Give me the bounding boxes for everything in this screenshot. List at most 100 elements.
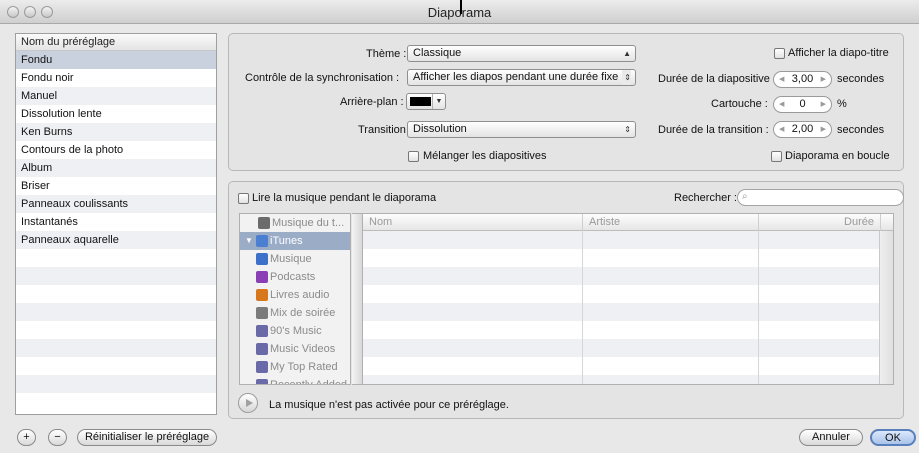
- increment-icon[interactable]: ▶: [821, 97, 826, 112]
- search-label: Rechercher :: [674, 192, 737, 204]
- play-icon: [246, 399, 253, 407]
- sync-value: Afficher les diapos pendant une durée fi…: [413, 71, 619, 83]
- reset-preset-button[interactable]: Réinitialiser le préréglage: [77, 429, 217, 446]
- cartouche-stepper[interactable]: ◀ 0 ▶: [773, 96, 832, 113]
- preset-empty-row: [16, 339, 216, 357]
- cartouche-label: Cartouche :: [711, 98, 768, 110]
- preset-item[interactable]: Instantanés: [16, 213, 216, 231]
- disclosure-triangle-icon[interactable]: ▼: [245, 232, 253, 250]
- source-list-splitter[interactable]: [352, 213, 362, 385]
- source-item[interactable]: 90's Music: [240, 322, 350, 340]
- preset-empty-row: [16, 285, 216, 303]
- source-item[interactable]: Musique: [240, 250, 350, 268]
- track-cell: [583, 339, 759, 357]
- track-table-header: Nom Artiste Durée: [363, 214, 893, 231]
- theme-popup[interactable]: Classique ▲: [407, 45, 636, 62]
- column-header-duration[interactable]: Durée: [759, 214, 881, 231]
- show-title-checkbox[interactable]: [774, 48, 785, 59]
- column-header-name[interactable]: Nom: [363, 214, 583, 231]
- track-empty-row: [363, 321, 893, 339]
- ok-button[interactable]: OK: [870, 429, 916, 446]
- music-status-text: La musique n'est pas activée pour ce pré…: [269, 399, 509, 411]
- play-music-checkbox[interactable]: [238, 193, 249, 204]
- transition-popup[interactable]: Dissolution ⇕: [407, 121, 636, 138]
- preset-item[interactable]: Contours de la photo: [16, 141, 216, 159]
- loop-checkbox[interactable]: [771, 151, 782, 162]
- track-cell: [759, 375, 881, 384]
- popup-arrows-icon: ⇕: [624, 125, 631, 134]
- increment-icon[interactable]: ▶: [821, 72, 826, 87]
- decrement-icon[interactable]: ◀: [779, 97, 784, 112]
- track-cell: [363, 285, 583, 303]
- track-scrollbar[interactable]: [879, 231, 893, 384]
- track-empty-row: [363, 249, 893, 267]
- track-table[interactable]: Nom Artiste Durée: [362, 213, 894, 385]
- source-item[interactable]: ▼ iTunes: [240, 232, 350, 250]
- transition-duration-stepper[interactable]: ◀ 2,00 ▶: [773, 121, 832, 138]
- preset-list-header[interactable]: Nom du préréglage: [16, 34, 216, 51]
- add-preset-button[interactable]: +: [17, 429, 36, 446]
- smart-playlist-icon: [256, 361, 268, 373]
- source-item[interactable]: My Top Rated: [240, 358, 350, 376]
- preset-item[interactable]: Album: [16, 159, 216, 177]
- shuffle-checkbox[interactable]: [408, 151, 419, 162]
- background-color-well[interactable]: ▼: [406, 93, 446, 110]
- play-preview-button[interactable]: [238, 393, 258, 413]
- source-item[interactable]: Musique du t...: [240, 214, 350, 232]
- column-header-artist[interactable]: Artiste: [583, 214, 759, 231]
- theme-value: Classique: [413, 47, 462, 59]
- source-item-label: iTunes: [270, 235, 303, 247]
- track-cell: [363, 267, 583, 285]
- transition-duration-value: 2,00: [791, 123, 814, 135]
- preset-item[interactable]: Ken Burns: [16, 123, 216, 141]
- source-item[interactable]: Music Videos: [240, 340, 350, 358]
- track-cell: [759, 339, 881, 357]
- preset-item[interactable]: Panneaux coulissants: [16, 195, 216, 213]
- sync-label: Contrôle de la synchronisation :: [245, 72, 400, 84]
- track-cell: [363, 231, 583, 249]
- loop-label: Diaporama en boucle: [785, 150, 890, 162]
- search-field[interactable]: ⌕: [737, 189, 904, 206]
- search-input[interactable]: [754, 191, 899, 204]
- preset-empty-row: [16, 357, 216, 375]
- decrement-icon[interactable]: ◀: [779, 72, 784, 87]
- preset-empty-row: [16, 375, 216, 393]
- source-item[interactable]: Livres audio: [240, 286, 350, 304]
- background-label: Arrière-plan :: [340, 96, 404, 108]
- source-item-label: Musique du t...: [272, 217, 345, 229]
- preset-item[interactable]: Panneaux aquarelle: [16, 231, 216, 249]
- track-cell: [759, 303, 881, 321]
- sync-popup[interactable]: Afficher les diapos pendant une durée fi…: [407, 69, 636, 86]
- track-cell: [759, 231, 881, 249]
- preset-item[interactable]: Fondu noir: [16, 69, 216, 87]
- source-item[interactable]: Recently Added: [240, 376, 350, 384]
- theme-label: Thème :: [366, 48, 407, 60]
- preset-list[interactable]: Nom du préréglage Fondu Fondu noir Manuel D…: [15, 33, 217, 415]
- preset-item[interactable]: Briser: [16, 177, 216, 195]
- remove-preset-button[interactable]: −: [48, 429, 67, 446]
- play-music-label: Lire la musique pendant le diaporama: [252, 192, 437, 204]
- text-cursor-icon: [460, 0, 462, 14]
- cancel-button[interactable]: Annuler: [799, 429, 863, 446]
- smart-playlist-icon: [256, 343, 268, 355]
- track-cell: [363, 303, 583, 321]
- track-cell: [583, 375, 759, 384]
- increment-icon[interactable]: ▶: [821, 122, 826, 137]
- slide-duration-stepper[interactable]: ◀ 3,00 ▶: [773, 71, 832, 88]
- music-note-icon: [256, 253, 268, 265]
- track-empty-row: [363, 303, 893, 321]
- music-source-list[interactable]: Musique du t... ▼ iTunes Musique Podcasts Liv…: [239, 213, 351, 385]
- track-cell: [363, 249, 583, 267]
- podcast-icon: [256, 271, 268, 283]
- preset-empty-row: [16, 321, 216, 339]
- decrement-icon[interactable]: ◀: [779, 122, 784, 137]
- source-item[interactable]: Podcasts: [240, 268, 350, 286]
- preset-item[interactable]: Manuel: [16, 87, 216, 105]
- source-item[interactable]: Mix de soirée: [240, 304, 350, 322]
- show-title-label: Afficher la diapo-titre: [788, 47, 889, 59]
- preset-rows: Fondu Fondu noir Manuel Dissolution lente Ke…: [16, 51, 216, 411]
- source-item-label: My Top Rated: [270, 361, 338, 373]
- preset-item[interactable]: Fondu: [16, 51, 216, 69]
- preset-item[interactable]: Dissolution lente: [16, 105, 216, 123]
- track-empty-row: [363, 231, 893, 249]
